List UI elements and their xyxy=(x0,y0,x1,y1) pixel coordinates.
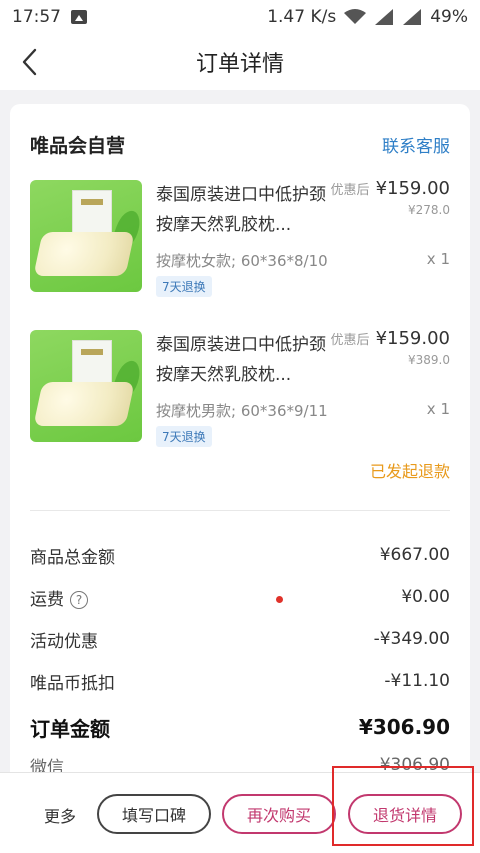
product-title[interactable]: 泰国原装进口中低护颈按摩天然乳胶枕... xyxy=(156,180,334,240)
shipping-value: ¥0.00 xyxy=(401,587,450,607)
nav-bar: 订单详情 xyxy=(0,34,480,90)
product-image[interactable] xyxy=(30,180,142,292)
product-spec: 按摩枕女款; 60*36*8/10 xyxy=(156,252,328,270)
order-total-row: 订单金额 ¥306.90 xyxy=(30,712,450,742)
wifi-icon xyxy=(344,9,367,24)
order-total-value: ¥306.90 xyxy=(358,715,450,739)
price-tag: 优惠后 xyxy=(330,183,370,198)
help-icon[interactable]: ? xyxy=(70,590,88,609)
shipping-row: 运费? ¥0.00 xyxy=(30,582,450,612)
status-time: 17:57 xyxy=(12,7,61,27)
goods-total-label: 商品总金额 xyxy=(30,547,115,568)
original-price: ¥389.0 xyxy=(408,353,450,367)
shipping-label: 运费 xyxy=(30,589,64,610)
network-speed: 1.47 K/s xyxy=(267,7,337,27)
signal-icon xyxy=(375,9,394,25)
product-item[interactable]: 泰国原装进口中低护颈按摩天然乳胶枕... 优惠后 ¥159.00 ¥389.0 … xyxy=(30,328,450,448)
price-tag: 优惠后 xyxy=(330,333,370,348)
original-price: ¥278.0 xyxy=(408,203,450,217)
chevron-left-icon xyxy=(22,48,37,76)
product-item[interactable]: 泰国原装进口中低护颈按摩天然乳胶枕... 优惠后 ¥159.00 ¥278.0 … xyxy=(30,178,450,298)
discount-row: 活动优惠 -¥349.00 xyxy=(30,624,450,654)
refund-status: 已发起退款 xyxy=(369,462,450,481)
product-title[interactable]: 泰国原装进口中低护颈按摩天然乳胶枕... xyxy=(156,330,334,390)
product-price-block: 优惠后 ¥159.00 ¥278.0 xyxy=(331,178,450,217)
contact-service-link[interactable]: 联系客服 xyxy=(382,132,450,157)
product-price: ¥159.00 xyxy=(375,178,450,199)
highlight-annotation xyxy=(332,766,474,846)
return-policy-badge: 7天退换 xyxy=(156,426,212,447)
discount-value: -¥349.00 xyxy=(373,629,450,649)
return-policy-badge: 7天退换 xyxy=(156,276,212,297)
product-qty: x 1 xyxy=(426,400,450,418)
order-card: 唯品会自营 联系客服 泰国原装进口中低护颈按摩天然乳胶枕... 优惠后 ¥159… xyxy=(10,104,470,804)
divider xyxy=(30,510,450,511)
goods-total-row: 商品总金额 ¥667.00 xyxy=(30,540,450,570)
store-header: 唯品会自营 联系客服 xyxy=(10,104,470,158)
coin-row: 唯品币抵扣 -¥11.10 xyxy=(30,666,450,696)
gallery-icon xyxy=(71,10,87,24)
store-name: 唯品会自营 xyxy=(30,134,126,157)
buy-again-button[interactable]: 再次购买 xyxy=(222,794,336,834)
status-bar: 17:57 1.47 K/s 49% xyxy=(0,0,480,34)
more-button[interactable]: 更多 xyxy=(44,803,76,827)
battery-level: 49% xyxy=(430,7,468,27)
coin-value: -¥11.10 xyxy=(384,671,450,691)
goods-total-value: ¥667.00 xyxy=(379,545,450,565)
product-price-block: 优惠后 ¥159.00 ¥389.0 xyxy=(331,328,450,367)
coin-label: 唯品币抵扣 xyxy=(30,673,115,694)
page-title: 订单详情 xyxy=(195,52,284,77)
notification-dot xyxy=(276,596,283,603)
signal-icon-2 xyxy=(403,9,422,25)
product-image[interactable] xyxy=(30,330,142,442)
product-price: ¥159.00 xyxy=(375,328,450,349)
order-total-label: 订单金额 xyxy=(30,716,110,741)
back-button[interactable] xyxy=(14,46,44,78)
discount-label: 活动优惠 xyxy=(30,631,98,652)
write-review-button[interactable]: 填写口碑 xyxy=(97,794,211,834)
product-qty: x 1 xyxy=(426,250,450,268)
product-spec: 按摩枕男款; 60*36*9/11 xyxy=(156,402,328,420)
